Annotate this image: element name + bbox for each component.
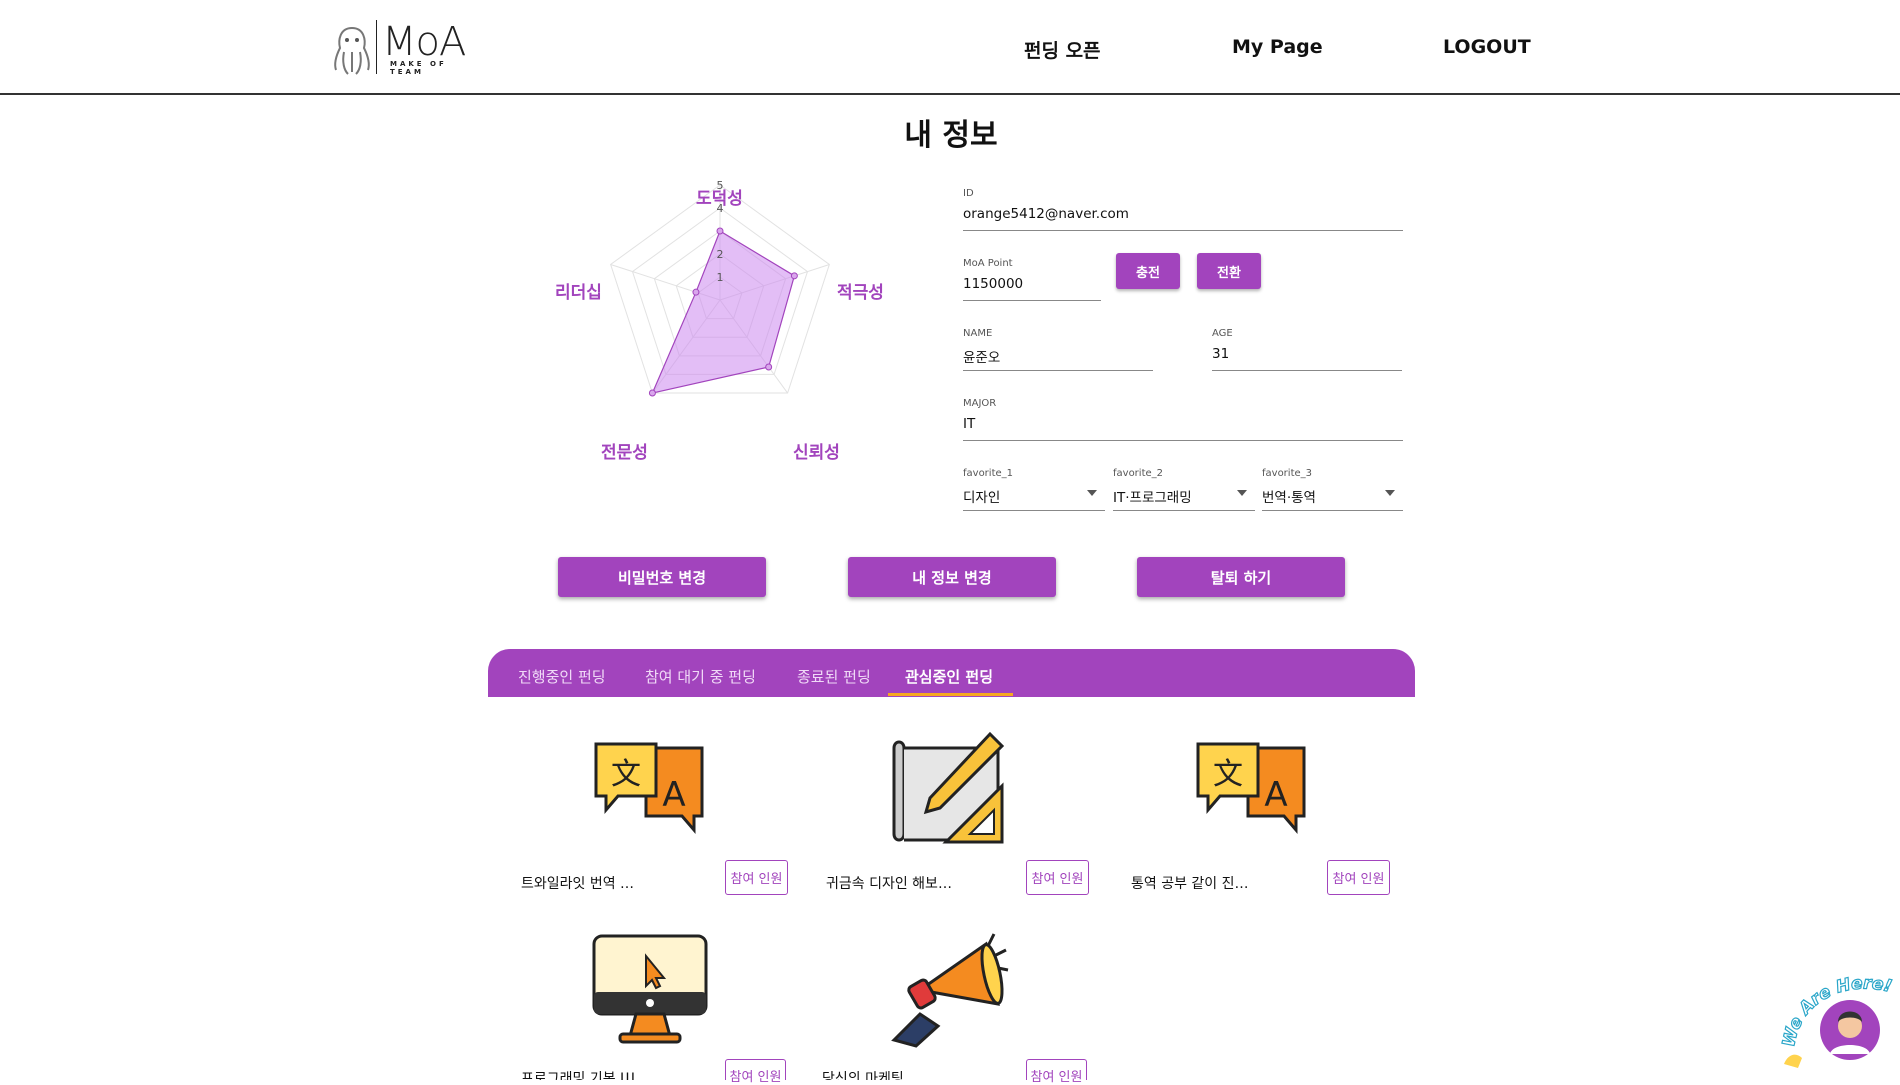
major-value: IT: [963, 416, 976, 432]
join-members-button[interactable]: 참여 인원: [725, 1059, 786, 1085]
radar-data-point: [765, 363, 773, 371]
radar-label-leadership: 리더십: [555, 283, 602, 303]
chevron-down-icon: [1385, 490, 1395, 496]
logo-divider: [376, 20, 377, 74]
card-title[interactable]: 통역 공부 같이 진…: [1131, 873, 1266, 893]
funding-tabs: 진행중인 펀딩 참여 대기 중 펀딩 종료된 펀딩 관심중인 펀딩: [488, 649, 1415, 697]
tab-waiting[interactable]: 참여 대기 중 펀딩: [645, 666, 756, 687]
favorite-3-select[interactable]: favorite_3 번역·통역: [1262, 468, 1403, 511]
radar-label-reliability: 신뢰성: [793, 443, 840, 463]
svg-text:A: A: [1264, 775, 1287, 815]
radar-svg: 5421: [610, 179, 830, 397]
radar-data-point: [648, 389, 656, 397]
radar-data-point: [790, 272, 798, 280]
radar-label-expertise: 전문성: [601, 443, 648, 463]
logo[interactable]: MoA MAKE OF TEAM: [330, 18, 470, 78]
major-field[interactable]: MAJOR IT: [963, 398, 1403, 441]
radar-tick-label: 2: [717, 248, 724, 261]
major-label: MAJOR: [963, 398, 997, 409]
charge-button[interactable]: 충전: [1116, 253, 1180, 289]
name-label: NAME: [963, 328, 993, 339]
tab-interested[interactable]: 관심중인 펀딩: [905, 666, 993, 687]
favorite-3-value: 번역·통역: [1262, 490, 1316, 506]
header: MoA MAKE OF TEAM 펀딩 오픈 My Page LOGOUT: [0, 0, 1900, 95]
computer-icon: [592, 934, 708, 1044]
favorite-1-select[interactable]: favorite_1 디자인: [963, 468, 1105, 511]
card-title[interactable]: 트와일라잇 번역 …: [521, 873, 656, 893]
radar-data-point: [716, 227, 724, 235]
age-value: 31: [1212, 346, 1230, 362]
translate-icon: A 文: [594, 742, 704, 835]
svg-text:文: 文: [1213, 757, 1243, 792]
favorite-2-select[interactable]: favorite_2 IT·프로그래밍: [1113, 468, 1255, 511]
page-title: 내 정보: [0, 110, 1900, 154]
radar-tick-label: 1: [717, 271, 724, 284]
withdraw-button[interactable]: 탈퇴 하기: [1137, 557, 1345, 597]
name-value: 윤준오: [963, 350, 1001, 366]
svg-text:A: A: [662, 775, 685, 815]
chat-widget[interactable]: We Are Here!: [1778, 968, 1900, 1080]
svg-text:文: 文: [611, 757, 641, 792]
moa-point-label: MoA Point: [963, 258, 1013, 269]
join-members-button[interactable]: 참여 인원: [1327, 860, 1390, 895]
join-members-button[interactable]: 참여 인원: [1026, 1059, 1087, 1085]
change-password-button[interactable]: 비밀번호 변경: [558, 557, 766, 597]
join-members-button[interactable]: 참여 인원: [1026, 860, 1089, 895]
megaphone-icon: [891, 933, 1009, 1048]
favorite-1-label: favorite_1: [963, 468, 1014, 479]
favorite-2-label: favorite_2: [1113, 468, 1164, 479]
card-title[interactable]: 프로그래밍 기본 Ш…: [521, 1068, 656, 1080]
moa-point-value: 1150000: [963, 276, 1024, 292]
page-title-text: 내 정보: [904, 118, 998, 153]
nav-logout[interactable]: LOGOUT: [1443, 36, 1531, 58]
translate-icon: A 文: [1196, 742, 1306, 835]
favorite-1-value: 디자인: [963, 490, 1001, 506]
nav-open-funding[interactable]: 펀딩 오픈: [1024, 36, 1101, 63]
card-title[interactable]: 귀금속 디자인 해보…: [826, 873, 961, 893]
card-title[interactable]: 당신의 마케팅 …: [822, 1068, 957, 1080]
tab-closed[interactable]: 종료된 펀딩: [797, 666, 871, 687]
name-field[interactable]: NAME 윤준오: [963, 328, 1153, 371]
chevron-down-icon: [1087, 490, 1097, 496]
octopus-logo-icon: [334, 27, 370, 75]
nav-my-page[interactable]: My Page: [1232, 36, 1323, 58]
tab-ongoing[interactable]: 진행중인 펀딩: [518, 666, 606, 687]
radar-label-activeness: 적극성: [837, 283, 884, 303]
radar-data-point: [692, 288, 700, 296]
favorite-2-value: IT·프로그래밍: [1113, 490, 1192, 506]
logo-subtitle: MAKE OF TEAM: [390, 60, 447, 76]
moa-point-field[interactable]: MoA Point 1150000: [963, 258, 1101, 301]
active-tab-indicator: [888, 693, 1013, 696]
edit-info-button[interactable]: 내 정보 변경: [848, 557, 1056, 597]
id-label: ID: [963, 188, 974, 199]
id-value: orange5412@naver.com: [963, 206, 1129, 222]
chevron-down-icon: [1237, 490, 1247, 496]
design-icon: [892, 731, 1005, 844]
chat-widget-svg: We Are Here!: [1778, 973, 1894, 1068]
favorite-3-label: favorite_3: [1262, 468, 1313, 479]
convert-button[interactable]: 전환: [1197, 253, 1261, 289]
radar-label-morality: 도덕성: [696, 189, 743, 209]
logo-text: MoA: [382, 19, 466, 65]
id-field[interactable]: ID orange5412@naver.com: [963, 188, 1403, 231]
age-field[interactable]: AGE 31: [1212, 328, 1402, 371]
radar-chart: 5421 도덕성 적극성 신뢰성 전문성 리더십: [540, 170, 910, 470]
join-members-button[interactable]: 참여 인원: [725, 860, 788, 895]
age-label: AGE: [1212, 328, 1233, 339]
